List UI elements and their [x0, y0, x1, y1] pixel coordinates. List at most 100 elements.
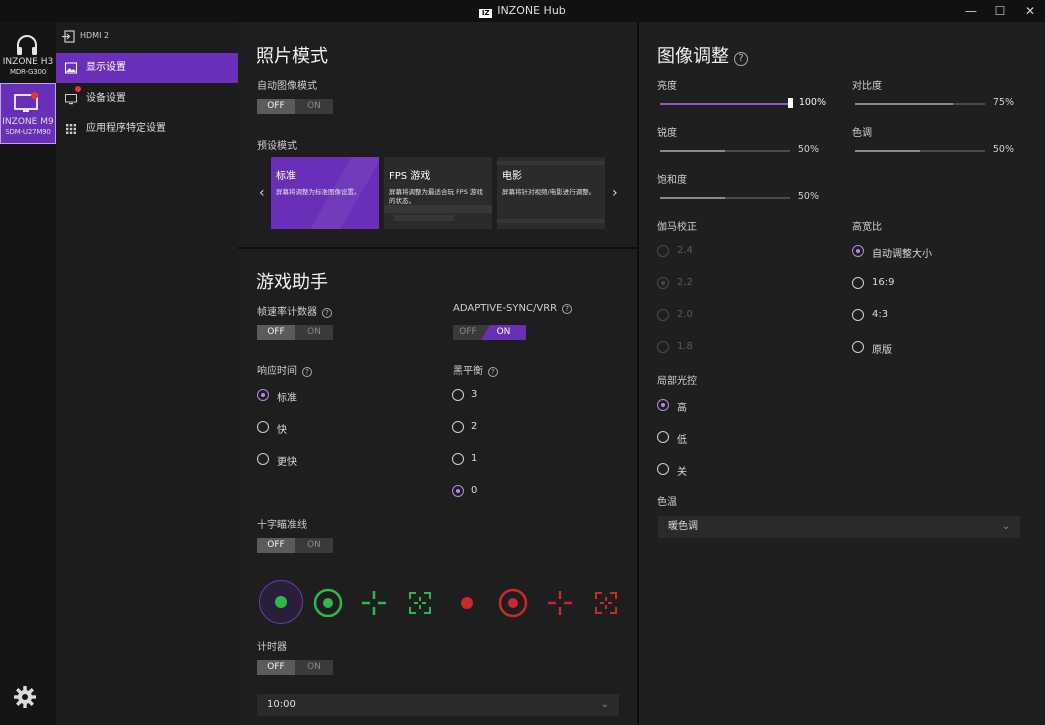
maximize-button[interactable]: ☐: [991, 3, 1009, 19]
crosshair-green-dot[interactable]: [259, 580, 303, 624]
nav-item-display-settings[interactable]: 显示设置: [56, 53, 238, 83]
preset-card-desc: 屏幕将调整为标准图像设置。: [276, 188, 361, 196]
crosshair-red-corners[interactable]: [584, 581, 628, 625]
adaptive-sync-toggle[interactable]: OFF ON: [453, 325, 526, 340]
crosshair-green-ring[interactable]: [306, 581, 350, 625]
preset-next-arrow[interactable]: ›: [612, 185, 618, 201]
timer-select[interactable]: 10:00 ⌄: [257, 694, 619, 716]
help-icon[interactable]: ?: [302, 367, 312, 377]
preset-card-title: 电影: [502, 171, 522, 182]
hue-value: 50%: [992, 144, 1014, 155]
minimize-button[interactable]: —: [962, 3, 980, 19]
help-icon[interactable]: ?: [322, 308, 332, 318]
black-eq-3-radio[interactable]: [452, 389, 464, 401]
radio-label: 3: [471, 389, 478, 400]
gamma-1-8-radio[interactable]: [657, 341, 669, 353]
black-eq-1-radio[interactable]: [452, 453, 464, 465]
response-time-standard-radio[interactable]: [257, 389, 269, 401]
aspect-auto-radio[interactable]: [852, 245, 864, 257]
response-time-fast-radio[interactable]: [257, 421, 269, 433]
adaptive-sync-label-text: ADAPTIVE-SYNC/VRR: [453, 303, 558, 314]
radio-label: 2.0: [677, 309, 693, 320]
fps-counter-toggle[interactable]: OFF ON: [257, 325, 333, 340]
app-title: IZ INZONE Hub: [0, 4, 1045, 18]
local-dimming-high-radio[interactable]: [657, 399, 669, 411]
crosshair-green-corners[interactable]: [398, 581, 442, 625]
preset-card-desc: 屏幕将针对视频/电影进行调整。: [502, 188, 596, 196]
preset-card-movie[interactable]: 电影 屏幕将针对视频/电影进行调整。: [497, 157, 605, 229]
aspect-original-radio[interactable]: [852, 341, 864, 353]
help-icon[interactable]: ?: [562, 304, 573, 314]
slider-fill: [855, 103, 953, 105]
gamma-2-2-radio[interactable]: [657, 277, 669, 289]
hue-slider[interactable]: [855, 150, 985, 152]
crosshair-green-cross[interactable]: [352, 581, 396, 625]
close-button[interactable]: ✕: [1021, 3, 1039, 19]
crosshair-red-ring[interactable]: [491, 581, 535, 625]
preset-card-title: FPS 游戏: [389, 171, 431, 182]
image-icon: [65, 62, 77, 74]
gamma-2-0-radio[interactable]: [657, 309, 669, 321]
crosshair-corners-icon: [409, 592, 431, 614]
auto-picture-mode-label: 自动图像模式: [257, 81, 317, 92]
toggle-on: ON: [307, 540, 321, 550]
chevron-down-icon: ⌄: [1001, 521, 1010, 532]
contrast-slider[interactable]: [855, 103, 985, 105]
toggle-off: OFF: [257, 660, 295, 675]
nav-item-device-settings[interactable]: 设备设置: [56, 84, 238, 114]
toggle-on: ON: [481, 325, 526, 340]
crosshair-cross-icon: [548, 591, 572, 615]
sharpness-slider[interactable]: [660, 150, 790, 152]
crosshair-ring-icon: [498, 588, 528, 618]
local-dimming-off-radio[interactable]: [657, 463, 669, 475]
crosshair-ring-icon: [313, 588, 343, 618]
black-eq-2-radio[interactable]: [452, 421, 464, 433]
device-inzone-m9[interactable]: INZONE M9 SDM-U27M90: [0, 83, 56, 144]
aspect-16-9-radio[interactable]: [852, 277, 864, 289]
radio-label: 2.4: [677, 245, 693, 256]
crosshair-red-cross[interactable]: [538, 581, 582, 625]
help-icon[interactable]: ?: [488, 367, 498, 377]
toggle-on: ON: [307, 327, 321, 337]
color-temp-label: 色温: [657, 497, 677, 508]
crosshair-toggle[interactable]: OFF ON: [257, 538, 333, 553]
preset-card-standard[interactable]: 标准 屏幕将调整为标准图像设置。: [271, 157, 379, 229]
preset-card-fps[interactable]: FPS 游戏 屏幕将调整为最适合玩 FPS 游戏的状态。: [384, 157, 492, 229]
local-dimming-low-radio[interactable]: [657, 431, 669, 443]
slider-fill: [660, 103, 790, 105]
gamma-2-4-radio[interactable]: [657, 245, 669, 257]
color-temp-select[interactable]: 暖色调 ⌄: [658, 516, 1020, 538]
card-pattern: [497, 161, 605, 165]
crosshair-red-dot[interactable]: [445, 581, 489, 625]
preset-card-title: 标准: [276, 171, 296, 182]
saturation-slider[interactable]: [660, 197, 790, 199]
preset-mode-label: 预设模式: [257, 141, 297, 152]
auto-picture-mode-toggle[interactable]: OFF ON: [257, 99, 333, 114]
black-eq-0-radio[interactable]: [452, 485, 464, 497]
device-inzone-h3[interactable]: INZONE H3 MDR-G300: [0, 30, 56, 90]
device-model: MDR-G300: [10, 68, 46, 76]
device-name: INZONE M9: [2, 117, 54, 127]
timer-toggle[interactable]: OFF ON: [257, 660, 333, 675]
fps-counter-label: 帧速率计数器?: [257, 303, 332, 318]
gear-icon[interactable]: [13, 685, 37, 709]
nav-item-app-specific-settings[interactable]: 应用程序特定设置: [56, 114, 238, 144]
radio-label: 更快: [277, 457, 297, 468]
sharpness-value: 50%: [797, 144, 819, 155]
response-time-faster-radio[interactable]: [257, 453, 269, 465]
sharpness-label: 锐度: [657, 128, 677, 139]
nav-item-label: 显示设置: [86, 62, 126, 73]
radio-label: 自动调整大小: [872, 249, 932, 260]
section-divider: [238, 247, 638, 249]
toggle-on: ON: [307, 662, 321, 672]
help-icon[interactable]: ?: [734, 52, 748, 66]
radio-label: 1.8: [677, 341, 693, 352]
radio-label: 高: [677, 403, 687, 414]
brightness-slider[interactable]: [660, 103, 790, 105]
radio-label: 16:9: [872, 277, 895, 288]
aspect-4-3-radio[interactable]: [852, 309, 864, 321]
preset-prev-arrow[interactable]: ‹: [259, 185, 265, 201]
app-logo-icon: IZ: [479, 9, 493, 18]
device-name: INZONE H3: [2, 57, 54, 67]
slider-fill: [660, 197, 725, 199]
